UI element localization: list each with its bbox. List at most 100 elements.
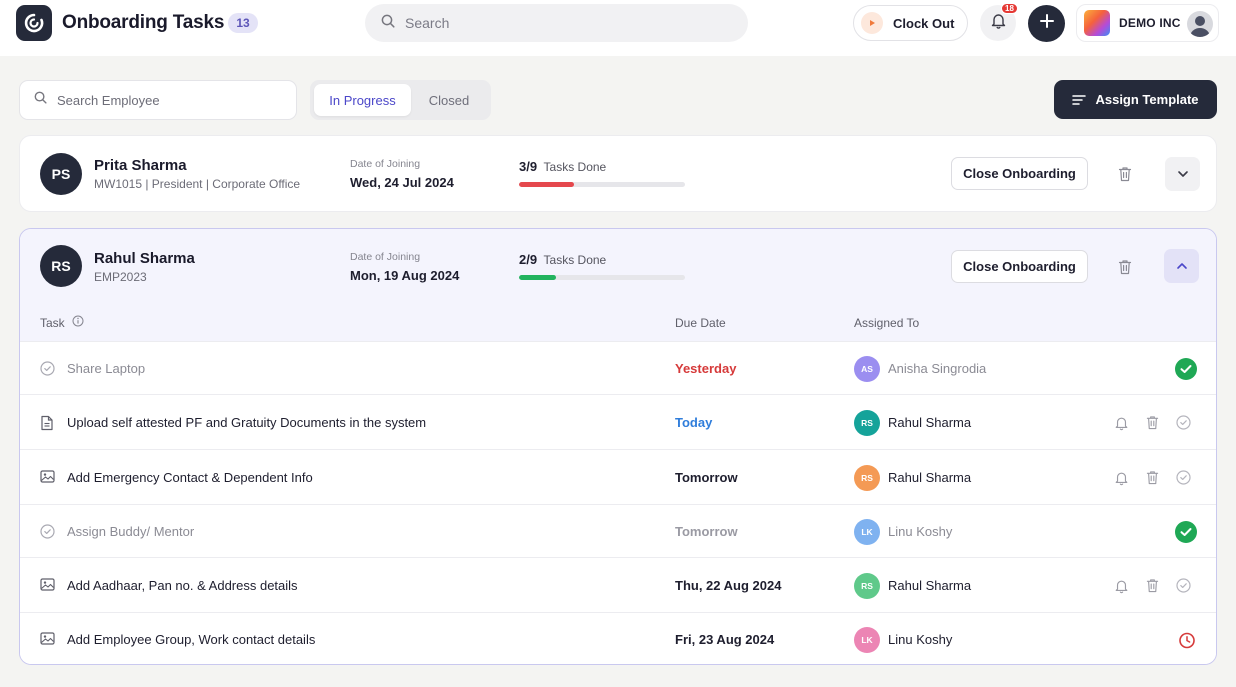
image-icon xyxy=(40,631,55,650)
template-icon xyxy=(1072,94,1087,106)
app-logo-icon[interactable] xyxy=(16,5,52,41)
trash-icon[interactable] xyxy=(1117,258,1133,276)
progress-fill xyxy=(519,182,575,187)
company-switcher[interactable]: DEMO INC xyxy=(1076,4,1219,42)
clock-out-button[interactable]: Clock Out xyxy=(853,5,968,41)
tasks-done-text: 3/9 Tasks Done xyxy=(519,159,606,174)
user-avatar[interactable] xyxy=(1187,11,1213,37)
completed-check-icon[interactable] xyxy=(1175,357,1197,385)
search-icon xyxy=(381,14,395,33)
tab-closed[interactable]: Closed xyxy=(411,84,487,116)
mark-complete-icon[interactable] xyxy=(1176,469,1191,490)
employee-search-input[interactable] xyxy=(57,92,277,108)
company-logo xyxy=(1084,10,1110,36)
global-search-input[interactable] xyxy=(405,15,705,31)
assignee: RS Rahul Sharma xyxy=(854,572,972,599)
due-date: Thu, 22 Aug 2024 xyxy=(675,577,782,593)
bell-icon[interactable] xyxy=(1114,470,1129,491)
assignee-avatar: RS xyxy=(854,409,880,436)
add-button[interactable] xyxy=(1028,5,1065,42)
due-date: Yesterday xyxy=(675,360,737,376)
mark-complete-icon[interactable] xyxy=(1176,577,1191,598)
mark-complete-icon[interactable] xyxy=(1176,414,1191,435)
task-row[interactable]: Share Laptop Yesterday AS Anisha Singrod… xyxy=(20,341,1216,394)
task-name: Add Emergency Contact & Dependent Info xyxy=(67,469,313,485)
due-date: Today xyxy=(675,414,713,430)
employee-card-header: RS Rahul Sharma EMP2023 Date of Joining … xyxy=(20,229,1216,305)
column-header-due-date: Due Date xyxy=(675,316,726,330)
tasks-done-text: 2/9 Tasks Done xyxy=(519,252,606,267)
assignee: RS Rahul Sharma xyxy=(854,409,972,436)
task-row[interactable]: Add Employee Group, Work contact details… xyxy=(20,612,1216,664)
assignee-avatar: AS xyxy=(854,355,880,382)
task-name: Upload self attested PF and Gratuity Doc… xyxy=(67,414,427,430)
employee-search-box[interactable] xyxy=(19,80,297,120)
tasks-progress-bar xyxy=(519,182,685,187)
collapse-button[interactable] xyxy=(1164,249,1199,283)
trash-icon[interactable] xyxy=(1117,165,1133,183)
assignee-name: Rahul Sharma xyxy=(888,470,972,485)
assignee-avatar: LK xyxy=(854,626,880,653)
task-row[interactable]: Assign Buddy/ Mentor Tomorrow LK Linu Ko… xyxy=(20,504,1216,557)
task-row[interactable]: Add Emergency Contact & Dependent Info T… xyxy=(20,449,1216,504)
search-icon xyxy=(34,91,47,109)
chevron-up-icon xyxy=(1176,257,1188,275)
bell-icon[interactable] xyxy=(1114,578,1129,599)
expand-button[interactable] xyxy=(1165,157,1200,191)
doj-value: Mon, 19 Aug 2024 xyxy=(350,268,460,283)
status-tabs: In Progress Closed xyxy=(310,80,491,120)
doj-value: Wed, 24 Jul 2024 xyxy=(350,175,454,190)
trash-icon[interactable] xyxy=(1146,415,1159,435)
global-search-box[interactable] xyxy=(365,4,748,42)
page-title: Onboarding Tasks xyxy=(62,12,225,33)
bell-icon[interactable] xyxy=(1114,415,1129,436)
assignee-name: Linu Koshy xyxy=(888,632,953,647)
top-bar: Onboarding Tasks 13 Clock Out 18 DEMO IN… xyxy=(0,0,1236,56)
play-icon xyxy=(861,12,883,34)
assignee-avatar: RS xyxy=(854,572,880,599)
progress-fill xyxy=(519,275,556,280)
employee-card: PS Prita Sharma MW1015 | President | Cor… xyxy=(19,135,1217,212)
employee-avatar: PS xyxy=(40,153,82,195)
task-count-badge: 13 xyxy=(228,13,258,33)
employee-meta: EMP2023 xyxy=(94,270,147,284)
trash-icon[interactable] xyxy=(1146,470,1159,490)
notification-count-badge: 18 xyxy=(1001,3,1018,14)
assign-template-label: Assign Template xyxy=(1095,92,1199,107)
close-onboarding-button[interactable]: Close Onboarding xyxy=(951,157,1088,190)
task-name: Add Employee Group, Work contact details xyxy=(67,631,316,647)
assignee-avatar: LK xyxy=(854,518,880,545)
assignee-name: Linu Koshy xyxy=(888,524,953,539)
company-name: DEMO INC xyxy=(1119,16,1181,30)
image-icon xyxy=(40,577,55,596)
task-row[interactable]: Add Aadhaar, Pan no. & Address details T… xyxy=(20,557,1216,612)
assignee-name: Rahul Sharma xyxy=(888,578,972,593)
tasks-done-label: Tasks Done xyxy=(543,160,607,174)
assignee-avatar: RS xyxy=(854,464,880,491)
task-row[interactable]: Upload self attested PF and Gratuity Doc… xyxy=(20,394,1216,449)
info-icon[interactable] xyxy=(72,315,84,330)
completed-check-icon[interactable] xyxy=(1175,520,1197,548)
clock-icon[interactable] xyxy=(1178,631,1196,654)
clock-out-label: Clock Out xyxy=(893,15,955,31)
employee-card-expanded: RS Rahul Sharma EMP2023 Date of Joining … xyxy=(19,228,1217,665)
doj-label: Date of Joining xyxy=(350,158,421,170)
assignee: AS Anisha Singrodia xyxy=(854,355,986,382)
assignee: LK Linu Koshy xyxy=(854,626,953,653)
tab-in-progress[interactable]: In Progress xyxy=(314,84,411,116)
task-name: Add Aadhaar, Pan no. & Address details xyxy=(67,577,298,593)
bell-icon xyxy=(990,12,1007,34)
close-onboarding-button[interactable]: Close Onboarding xyxy=(951,250,1088,283)
assignee: RS Rahul Sharma xyxy=(854,464,972,491)
tasks-done-label: Tasks Done xyxy=(543,253,607,267)
due-date: Fri, 23 Aug 2024 xyxy=(675,631,775,647)
assignee-name: Rahul Sharma xyxy=(888,415,972,430)
trash-icon[interactable] xyxy=(1146,578,1159,598)
chevron-down-icon xyxy=(1177,165,1189,183)
column-header-assigned-to: Assigned To xyxy=(854,316,920,330)
task-table-header: Task Due Date Assigned To xyxy=(20,305,1216,341)
column-header-task: Task xyxy=(40,316,65,330)
assign-template-button[interactable]: Assign Template xyxy=(1054,80,1217,119)
tasks-fraction: 2/9 xyxy=(519,252,538,267)
assignee: LK Linu Koshy xyxy=(854,518,953,545)
